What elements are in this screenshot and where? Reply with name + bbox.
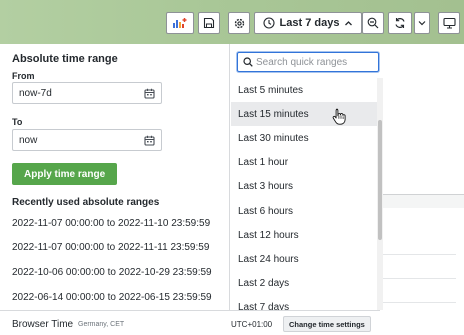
quick-range-item[interactable]: Last 1 hour <box>231 151 377 175</box>
quick-range-item[interactable]: Last 7 days <box>231 296 377 310</box>
refresh-button[interactable] <box>388 12 412 34</box>
tv-mode-button[interactable] <box>438 12 460 34</box>
hand-cursor-icon <box>332 108 346 125</box>
quick-ranges-dropdown: Last 5 minutes Last 15 minutes Last 30 m… <box>231 44 383 310</box>
recent-range-item[interactable]: 2022-10-06 00:00:00 to 2022-10-29 23:59:… <box>12 267 212 278</box>
quick-range-item[interactable]: Last 24 hours <box>231 247 377 271</box>
dashboard-toolbar: Last 7 days <box>0 0 464 44</box>
panel-divider <box>380 254 456 255</box>
add-panel-button[interactable] <box>166 12 194 34</box>
panel-divider <box>380 302 456 303</box>
quick-ranges-search-input[interactable] <box>253 56 373 68</box>
quick-range-item[interactable]: Last 3 hours <box>231 175 377 199</box>
quick-ranges-list: Last 5 minutes Last 15 minutes Last 30 m… <box>231 78 377 310</box>
to-label: To <box>12 117 23 127</box>
time-settings-footer: Browser Time Germany, CET UTC+01:00 Chan… <box>0 310 380 335</box>
dashboard-settings-button[interactable] <box>228 12 250 34</box>
zoom-out-icon <box>367 17 379 29</box>
save-icon <box>203 17 215 29</box>
panel-divider <box>380 278 456 279</box>
from-input[interactable] <box>13 87 137 99</box>
recent-ranges-title: Recently used absolute ranges <box>12 197 160 208</box>
quick-range-item[interactable]: Last 6 hours <box>231 199 377 223</box>
chevron-down-icon <box>418 21 426 26</box>
change-time-settings-button[interactable]: Change time settings <box>283 316 371 332</box>
refresh-interval-button[interactable] <box>414 12 430 34</box>
chevron-up-icon <box>345 20 353 25</box>
utc-offset: UTC+01:00 <box>231 320 273 329</box>
quick-range-item[interactable]: Last 15 minutes <box>231 102 377 127</box>
refresh-icon <box>395 18 405 28</box>
quick-range-item[interactable]: Last 30 minutes <box>231 126 377 150</box>
quick-ranges-search[interactable] <box>237 52 379 72</box>
recent-range-item[interactable]: 2022-11-07 00:00:00 to 2022-11-10 23:59:… <box>12 218 210 229</box>
quick-range-item[interactable]: Last 5 minutes <box>231 78 377 102</box>
browser-time-location: Germany, CET <box>78 321 125 328</box>
zoom-out-button[interactable] <box>362 12 384 34</box>
calendar-icon[interactable] <box>144 88 155 99</box>
clock-icon <box>262 17 275 29</box>
from-field[interactable] <box>12 82 162 104</box>
from-label: From <box>12 71 35 81</box>
recent-range-item[interactable]: 2022-11-07 00:00:00 to 2022-11-11 23:59:… <box>12 242 209 253</box>
dashboard-background <box>380 44 464 335</box>
browser-time-label: Browser Time <box>12 319 74 330</box>
time-range-picker-button[interactable]: Last 7 days <box>254 12 362 34</box>
to-field[interactable] <box>12 129 162 151</box>
apply-time-range-button[interactable]: Apply time range <box>12 163 118 185</box>
save-dashboard-button[interactable] <box>198 12 220 34</box>
panel-row-divider <box>380 194 464 208</box>
gear-icon <box>234 18 244 28</box>
time-range-label: Last 7 days <box>279 17 340 29</box>
absolute-range-title: Absolute time range <box>12 53 118 65</box>
search-icon <box>243 57 253 67</box>
add-panel-icon <box>173 18 187 28</box>
quick-range-item[interactable]: Last 2 days <box>231 272 377 296</box>
absolute-time-range-panel: Absolute time range From To Apply time r… <box>0 44 230 335</box>
to-input[interactable] <box>13 134 137 146</box>
quick-range-item[interactable]: Last 12 hours <box>231 223 377 247</box>
recent-range-item[interactable]: 2022-06-14 00:00:00 to 2022-06-15 23:59:… <box>12 292 212 303</box>
tv-icon <box>442 17 456 29</box>
quick-ranges-scrollbar-thumb[interactable] <box>378 120 382 240</box>
calendar-icon[interactable] <box>144 135 155 146</box>
